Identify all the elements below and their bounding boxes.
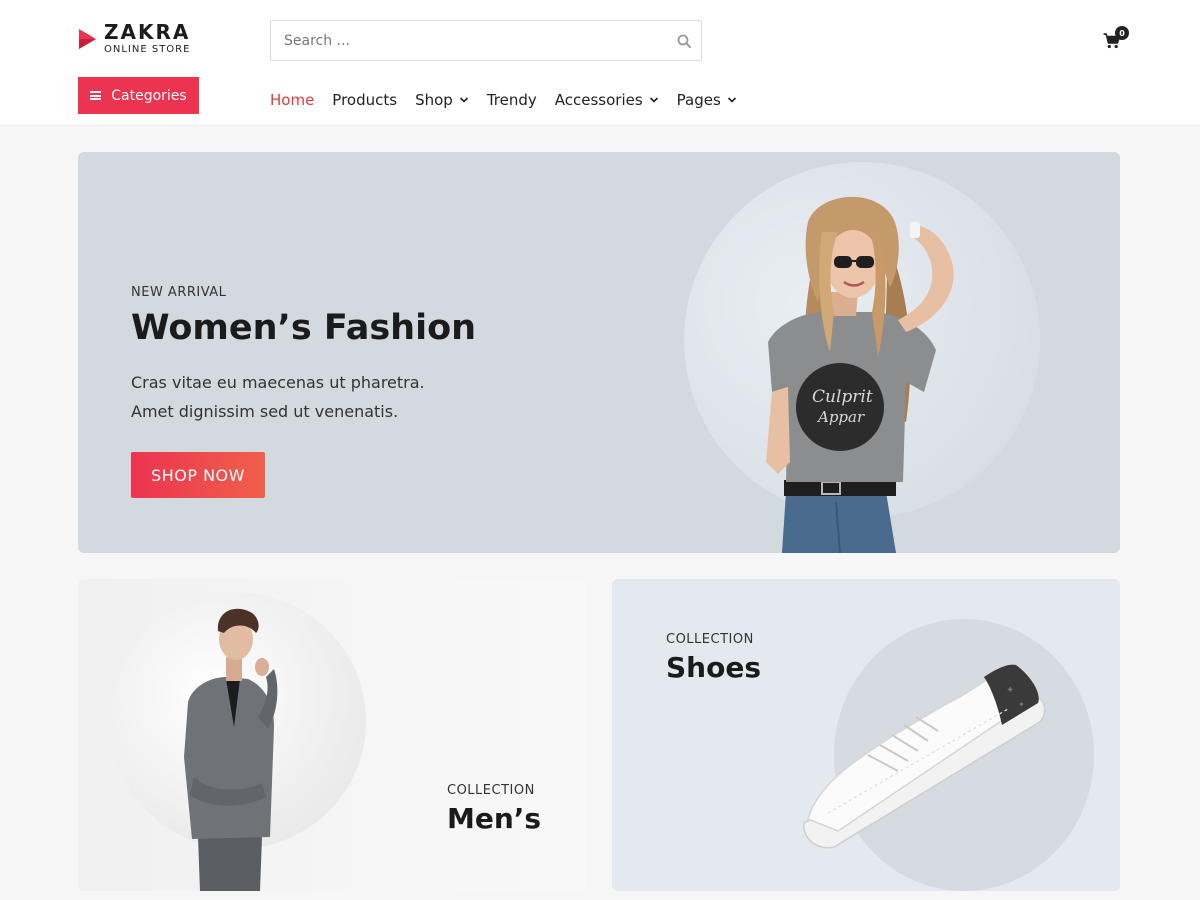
svg-text:Appar: Appar [816, 408, 865, 426]
site-header: ZAKRA ONLINE STORE 0 Categories Home Pro… [0, 0, 1200, 126]
hero-description-line-1: Cras vitae eu maecenas ut pharetra. [131, 373, 425, 392]
menu-icon [90, 91, 102, 100]
main-nav: Home Products Shop Trendy Accessories Pa… [270, 88, 755, 112]
logo-icon [79, 28, 96, 49]
mens-collection-card[interactable]: COLLECTION Men’s [78, 579, 586, 891]
chevron-down-icon [459, 97, 468, 103]
mens-title: Men’s [447, 802, 542, 835]
chevron-down-icon [727, 97, 736, 103]
mens-label: COLLECTION Men’s [447, 783, 541, 835]
hero-eyebrow: NEW ARRIVAL [131, 285, 227, 300]
man-model-image [184, 608, 278, 891]
woman-model-image: Culprit Appar [766, 196, 954, 553]
shop-now-button[interactable]: SHOP NOW [131, 452, 265, 498]
categories-label: Categories [111, 87, 187, 104]
nav-item-home[interactable]: Home [270, 91, 314, 109]
hero-title: Women’s Fashion [131, 308, 477, 348]
shoes-eyebrow: COLLECTION [666, 632, 754, 647]
brand-name: ZAKRA [104, 20, 191, 44]
hero-description-line-2: Amet dignissim sed ut venenatis. [131, 402, 399, 421]
hero-text-block: NEW ARRIVAL Women’s Fashion Cras vitae e… [131, 285, 476, 426]
cart-button[interactable]: 0 [1103, 26, 1131, 52]
sneaker-image: ✦ ✦ [803, 664, 1046, 849]
shoes-collection-card[interactable]: COLLECTION Shoes ✦ ✦ [612, 579, 1120, 891]
search-button[interactable] [667, 21, 701, 60]
nav-item-pages[interactable]: Pages [677, 91, 737, 109]
nav-item-trendy[interactable]: Trendy [487, 91, 537, 109]
brand-tagline: ONLINE STORE [104, 44, 191, 55]
svg-text:✦: ✦ [1018, 700, 1025, 709]
svg-text:✦: ✦ [1006, 685, 1014, 696]
brand-logo[interactable]: ZAKRA ONLINE STORE [78, 22, 190, 55]
search-icon [677, 34, 691, 48]
nav-item-products[interactable]: Products [332, 91, 397, 109]
shoes-title: Shoes [666, 651, 761, 684]
mens-eyebrow: COLLECTION [447, 783, 535, 798]
chevron-down-icon [649, 97, 658, 103]
cart-count-badge: 0 [1115, 26, 1129, 40]
shoes-label: COLLECTION Shoes [666, 632, 761, 684]
hero-banner: Culprit Appar NEW ARRIVAL Women’s Fashio… [78, 152, 1120, 553]
hero-description: Cras vitae eu maecenas ut pharetra. Amet… [131, 368, 476, 426]
nav-item-shop[interactable]: Shop [415, 91, 469, 109]
nav-item-accessories[interactable]: Accessories [555, 91, 659, 109]
search-box [270, 20, 702, 61]
categories-button[interactable]: Categories [78, 77, 199, 114]
svg-text:Culprit: Culprit [812, 387, 873, 407]
search-input[interactable] [271, 21, 667, 60]
